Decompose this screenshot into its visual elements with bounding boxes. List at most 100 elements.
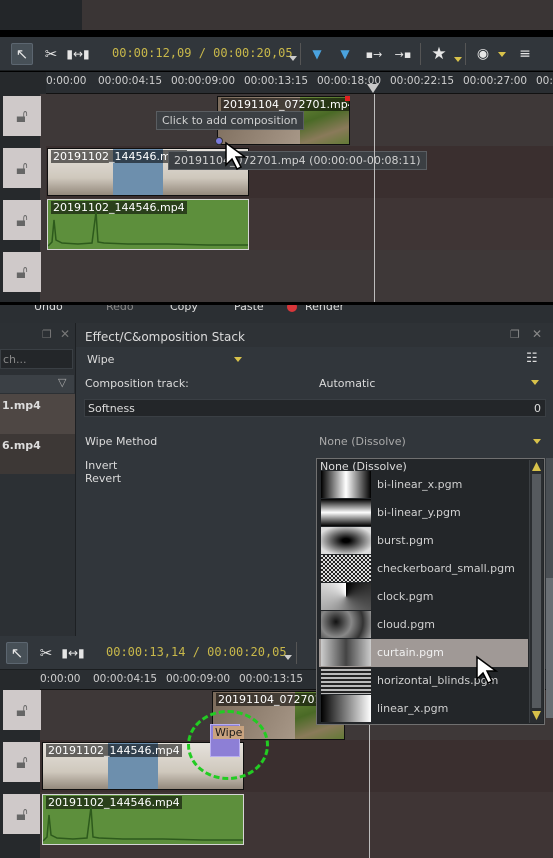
dropdown-option[interactable]: linear_x.pgm <box>319 695 528 723</box>
undo-button[interactable]: Undo <box>34 305 63 313</box>
panel-fragment <box>82 0 553 30</box>
softness-label: Softness <box>88 402 135 415</box>
ruler-corner <box>0 72 46 94</box>
invert-label[interactable]: Invert <box>85 459 117 472</box>
softness-slider[interactable]: Softness 0 <box>84 399 546 417</box>
ruler-label: 00: <box>536 75 553 87</box>
dropdown-option-label: burst.pgm <box>377 534 434 547</box>
float-panel-icon[interactable]: ❐ <box>42 328 52 341</box>
dropdown-option[interactable]: bi-linear_y.pgm <box>319 499 528 527</box>
scroll-up-icon[interactable] <box>532 462 541 471</box>
mouse-cursor-icon <box>476 655 499 685</box>
separator <box>300 43 301 65</box>
highlight-circle <box>187 710 269 780</box>
revert-label[interactable]: Revert <box>85 472 121 485</box>
lock-icon[interactable]: 🔓︎ <box>3 96 41 136</box>
mouse-cursor-icon <box>225 141 248 171</box>
scrollbar-thumb[interactable] <box>532 474 541 708</box>
dropdown-option[interactable]: checkerboard_small.pgm <box>319 555 528 583</box>
timecode-dropdown-icon[interactable] <box>284 655 292 660</box>
bin-item[interactable]: 6.mp4 <box>0 434 75 474</box>
composition-track-dropdown-icon[interactable] <box>531 380 539 385</box>
wipe-preview-thumbnail <box>321 667 371 694</box>
ruler-label: 00:00:09:00 <box>166 673 231 685</box>
dropdown-option[interactable]: cloud.pgm <box>319 611 528 639</box>
effect-header-row[interactable]: Wipe ☷ <box>80 349 550 371</box>
effect-settings-icon[interactable]: ☷ <box>526 351 538 366</box>
insert-icon[interactable]: ▼ <box>306 43 328 65</box>
dropdown-option[interactable]: burst.pgm <box>319 527 528 555</box>
spacer-tool-icon[interactable]: ▮↔▮ <box>66 43 89 65</box>
scroll-down-icon[interactable] <box>532 711 541 720</box>
lock-icon[interactable]: 🔓︎ <box>3 252 41 292</box>
dropdown-option-label: cloud.pgm <box>377 618 435 631</box>
clip-name: 20191102_144546.mp4 <box>51 150 187 163</box>
ruler-corner <box>0 670 40 690</box>
lock-icon[interactable]: 🔓︎ <box>3 148 41 188</box>
playhead-marker-icon[interactable] <box>367 84 379 93</box>
wipe-method-value[interactable]: None (Dissolve) <box>319 435 406 448</box>
lock-icon[interactable]: 🔓︎ <box>3 200 41 240</box>
copy-button[interactable]: Copy <box>170 305 198 313</box>
panel-edge <box>546 578 553 718</box>
wipe-method-dropdown-icon[interactable] <box>533 439 541 444</box>
dropdown-option[interactable]: clock.pgm <box>319 583 528 611</box>
redo-button[interactable]: Redo <box>106 305 134 313</box>
main-toolbar-strip: Undo Redo Copy Paste Render <box>0 305 553 323</box>
bin-item[interactable]: 1.mp4 <box>0 394 75 434</box>
close-panel-icon[interactable]: ✕ <box>532 327 542 341</box>
clip-name: 20191102_144546.mp4 <box>46 744 182 757</box>
float-panel-icon[interactable]: ❐ <box>510 328 520 341</box>
render-dropdown-icon[interactable] <box>498 52 506 57</box>
clip-tooltip: 20191104_072701.mp4 (00:00:00-00:08:11) <box>168 151 427 170</box>
softness-value: 0 <box>534 402 541 415</box>
effect-collapse-icon[interactable] <box>234 357 242 362</box>
lock-icon[interactable]: 🔓︎ <box>3 794 41 834</box>
star-dropdown-icon[interactable] <box>454 57 462 62</box>
playhead-line[interactable] <box>374 94 375 302</box>
timecode-dropdown-icon[interactable] <box>289 56 297 61</box>
search-placeholder: ch... <box>3 353 27 366</box>
dropdown-option[interactable]: bi-linear_x.pgm <box>319 471 528 499</box>
wipe-preview-thumbnail <box>321 583 371 610</box>
panel-fragment <box>0 0 82 30</box>
razor-tool-icon[interactable]: ✂ <box>35 642 57 664</box>
overwrite-icon[interactable]: ▼ <box>334 43 356 65</box>
render-icon[interactable] <box>287 305 297 312</box>
bin-column-header[interactable]: ▽ <box>0 375 74 393</box>
composition-tooltip: Click to add composition <box>156 111 304 130</box>
ruler-label: 00:00:13:15 <box>244 75 309 87</box>
preview-render-icon[interactable]: ◉ <box>472 43 494 65</box>
paste-button[interactable]: Paste <box>234 305 264 313</box>
ruler-label: 00:00:22:15 <box>390 75 455 87</box>
search-input[interactable]: ch... <box>0 349 73 369</box>
wipe-preview-thumbnail <box>321 695 371 722</box>
composition-handle-icon[interactable] <box>215 137 223 145</box>
selection-tool-icon[interactable]: ↖ <box>11 43 33 65</box>
ruler-label: 00:00:04:15 <box>93 673 158 685</box>
dropdown-scrollbar[interactable] <box>529 460 543 723</box>
render-button[interactable]: Render <box>305 305 344 313</box>
timeline-ruler[interactable]: 0:00:00 00:00:04:15 00:00:09:00 00:00:13… <box>46 72 553 94</box>
audio-clip[interactable]: 20191102_144546.mp4 <box>42 794 244 845</box>
wipe-method-dropdown[interactable]: None (Dissolve) bi-linear_x.pgm bi-linea… <box>316 458 545 725</box>
lock-icon[interactable]: 🔓︎ <box>3 742 41 782</box>
composition-track-label: Composition track: <box>85 377 189 390</box>
star-icon[interactable]: ★ <box>428 43 450 65</box>
panel-edge <box>546 458 553 578</box>
lift-icon[interactable]: ▪→ <box>363 43 385 65</box>
bin-item-name: 1.mp4 <box>2 399 41 412</box>
composition-track-value[interactable]: Automatic <box>319 377 375 390</box>
close-panel-icon[interactable]: ✕ <box>60 327 70 341</box>
spacer-tool-icon[interactable]: ▮↔▮ <box>61 642 84 664</box>
audio-clip[interactable]: 20191102_144546.mp4 <box>47 199 249 250</box>
selection-tool-icon[interactable]: ↖ <box>6 642 28 664</box>
separator <box>420 43 421 65</box>
lock-icon[interactable]: 🔓︎ <box>3 690 41 730</box>
audio-waveform <box>43 806 243 842</box>
separator <box>296 642 297 664</box>
extract-icon[interactable]: →▪ <box>392 43 414 65</box>
razor-tool-icon[interactable]: ✂ <box>40 43 62 65</box>
sort-icon[interactable]: ▽ <box>58 376 66 389</box>
timeline-settings-icon[interactable]: ≡ <box>514 43 536 65</box>
